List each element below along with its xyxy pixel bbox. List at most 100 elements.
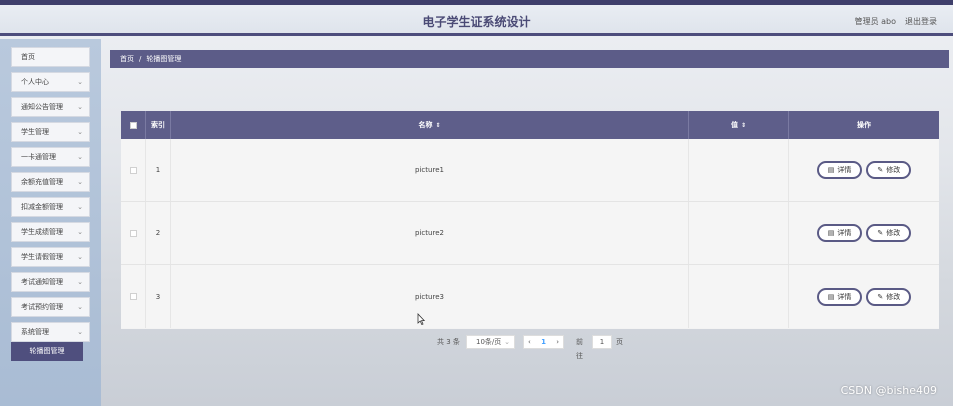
page-nav: ‹ 1 ›	[523, 335, 564, 349]
sidebar-subitem-carousel[interactable]: 轮播图管理	[11, 342, 83, 361]
mouse-cursor-icon	[417, 313, 425, 325]
chevron-down-icon: ⌄	[77, 203, 83, 211]
total-count: 共 3 条	[437, 338, 460, 346]
sidebar-item-label: 个人中心	[21, 78, 49, 86]
sidebar-item-label: 学生请假管理	[21, 253, 63, 261]
row-checkbox-cell	[121, 202, 146, 264]
chevron-down-icon: ⌄	[77, 128, 83, 136]
row-checkbox[interactable]	[129, 293, 137, 300]
row-checkbox[interactable]	[129, 166, 137, 174]
table-header: 索引 名称 ⇕ 值 ⇕ 操作	[121, 111, 939, 139]
sort-icon: ⇕	[740, 121, 747, 129]
sidebar-item-recharge[interactable]: 余额充值管理 ⌄	[11, 172, 90, 192]
chevron-down-icon: ⌄	[77, 303, 83, 311]
detail-button[interactable]: ▤ 详情	[816, 224, 863, 242]
goto-label: 前往	[576, 338, 583, 360]
header-name[interactable]: 名称 ⇕	[171, 111, 689, 139]
data-table: 索引 名称 ⇕ 值 ⇕ 操作 1 picture1 ▤ 详情 ✎ 修改 2 pictur…	[121, 111, 939, 329]
detail-button-label: 详情	[837, 166, 852, 174]
header-value-label: 值	[730, 121, 738, 129]
edit-button-label: 修改	[886, 229, 901, 237]
table-row: 3 picture3 ▤ 详情 ✎ 修改	[121, 265, 939, 328]
prev-page-icon[interactable]: ‹	[528, 338, 531, 346]
watermark: CSDN @bishe409	[840, 384, 937, 397]
sidebar-item-label: 学生成绩管理	[21, 228, 63, 236]
page-word: 页	[616, 338, 623, 346]
sidebar-item-grades[interactable]: 学生成绩管理 ⌄	[11, 222, 90, 242]
row-name: picture1	[171, 139, 689, 201]
row-checkbox[interactable]	[129, 229, 137, 237]
sidebar-item-deduction[interactable]: 扣减金额管理 ⌄	[11, 197, 90, 217]
row-checkbox-cell	[121, 265, 146, 328]
header-checkbox-cell	[121, 111, 146, 139]
app-header: 电子学生证系统设计 管理员 abo 退出登录	[0, 5, 953, 36]
chevron-down-icon: ⌄	[77, 253, 83, 261]
goto-page-input[interactable]: 1	[592, 335, 612, 349]
sidebar-item-label: 首页	[21, 53, 35, 61]
header-index: 索引	[146, 111, 171, 139]
current-page[interactable]: 1	[541, 338, 546, 346]
edit-button-label: 修改	[886, 292, 901, 301]
sidebar-item-label: 一卡通管理	[21, 153, 56, 161]
breadcrumb: 首页 / 轮播图管理	[110, 50, 949, 68]
row-index: 1	[146, 139, 171, 201]
breadcrumb-separator: /	[139, 55, 142, 63]
breadcrumb-home[interactable]: 首页	[120, 55, 134, 63]
table-row: 2 picture2 ▤ 详情 ✎ 修改	[121, 202, 939, 265]
chevron-down-icon: ⌄	[77, 103, 83, 111]
page-size-value: 10条/页	[476, 338, 502, 346]
sidebar-item-exam-notices[interactable]: 考试通知管理 ⌄	[11, 272, 90, 292]
document-icon: ▤	[827, 229, 835, 237]
edit-button[interactable]: ✎ 修改	[866, 161, 912, 179]
sidebar-item-label: 考试通知管理	[21, 278, 63, 286]
document-icon: ▤	[827, 292, 835, 301]
document-icon: ▤	[827, 166, 835, 174]
page-size-select[interactable]: 10条/页 ⌄	[466, 335, 515, 349]
sidebar-item-label: 余额充值管理	[21, 178, 63, 186]
chevron-down-icon: ⌄	[77, 228, 83, 236]
row-name: picture2	[171, 202, 689, 264]
sidebar-item-home[interactable]: 首页	[11, 47, 90, 67]
table-row: 1 picture1 ▤ 详情 ✎ 修改	[121, 139, 939, 202]
row-index: 2	[146, 202, 171, 264]
sidebar-item-students[interactable]: 学生管理 ⌄	[11, 122, 90, 142]
header-value[interactable]: 值 ⇕	[689, 111, 789, 139]
select-all-checkbox[interactable]	[129, 121, 137, 129]
next-page-icon[interactable]: ›	[556, 338, 559, 346]
sidebar: 首页 个人中心 ⌄ 通知公告管理 ⌄ 学生管理 ⌄ 一卡通管理 ⌄ 余额充值管理…	[0, 39, 101, 406]
row-value	[689, 139, 789, 201]
sidebar-item-exam-booking[interactable]: 考试预约管理 ⌄	[11, 297, 90, 317]
edit-button[interactable]: ✎ 修改	[866, 224, 912, 242]
row-value	[689, 202, 789, 264]
sidebar-item-leave[interactable]: 学生请假管理 ⌄	[11, 247, 90, 267]
sidebar-item-label: 系统管理	[21, 328, 49, 336]
header-name-label: 名称	[418, 121, 433, 129]
sort-icon: ⇕	[435, 121, 441, 129]
sidebar-item-label: 扣减金额管理	[21, 203, 63, 211]
row-actions: ▤ 详情 ✎ 修改	[789, 265, 939, 328]
sidebar-item-notices[interactable]: 通知公告管理 ⌄	[11, 97, 90, 117]
sidebar-item-label: 通知公告管理	[21, 103, 63, 111]
detail-button-label: 详情	[837, 292, 852, 301]
sidebar-item-label: 考试预约管理	[21, 303, 63, 311]
chevron-down-icon: ⌄	[77, 328, 83, 336]
row-index: 3	[146, 265, 171, 328]
row-checkbox-cell	[121, 139, 146, 201]
chevron-down-icon: ⌄	[77, 153, 83, 161]
sidebar-item-label: 学生管理	[21, 128, 49, 136]
detail-button[interactable]: ▤ 详情	[816, 287, 863, 306]
app-title: 电子学生证系统设计	[422, 15, 531, 29]
detail-button[interactable]: ▤ 详情	[816, 161, 863, 179]
chevron-down-icon: ⌄	[77, 78, 83, 86]
edit-icon: ✎	[877, 292, 884, 301]
sidebar-item-personal-center[interactable]: 个人中心 ⌄	[11, 72, 90, 92]
row-actions: ▤ 详情 ✎ 修改	[789, 202, 939, 264]
sidebar-item-system[interactable]: 系统管理 ⌄	[11, 322, 90, 342]
edit-button-label: 修改	[886, 166, 901, 174]
chevron-down-icon: ⌄	[504, 338, 510, 346]
edit-button[interactable]: ✎ 修改	[866, 287, 912, 306]
sidebar-item-cards[interactable]: 一卡通管理 ⌄	[11, 147, 90, 167]
logout-link[interactable]: 退出登录	[905, 16, 937, 27]
header-actions: 操作	[857, 121, 871, 129]
row-value	[689, 265, 789, 328]
